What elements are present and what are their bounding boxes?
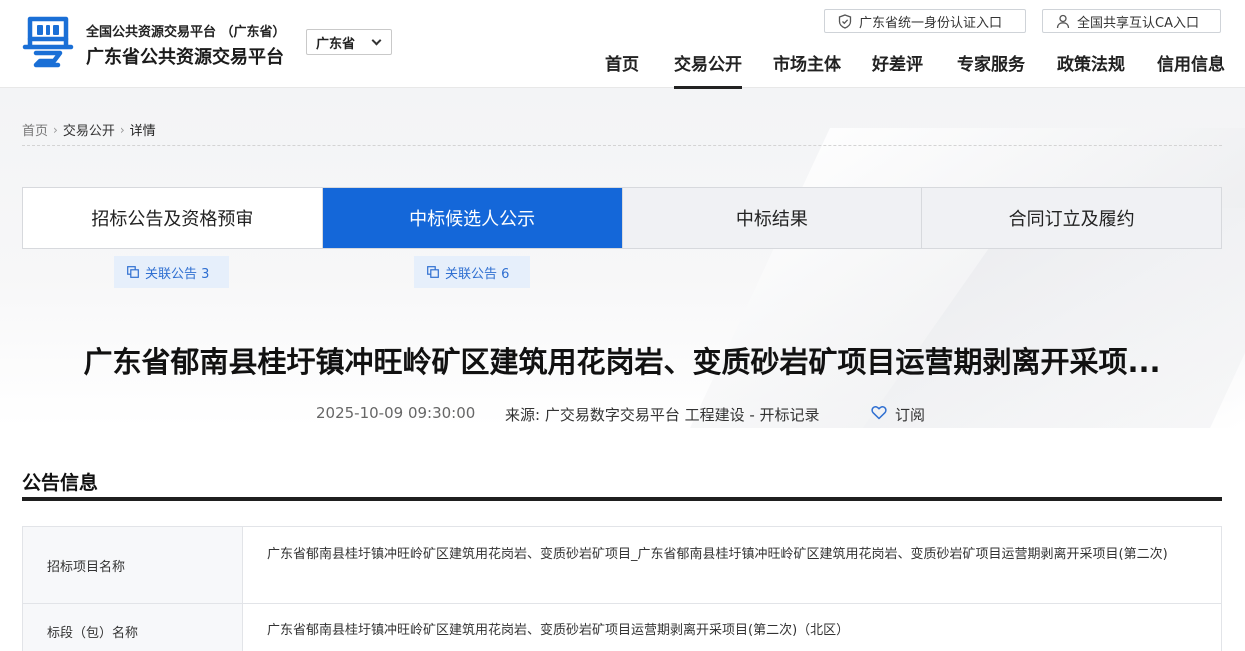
breadcrumb-trading[interactable]: 交易公开 bbox=[63, 120, 115, 139]
ca-login-link[interactable]: 全国共享互认CA入口 bbox=[1042, 9, 1221, 33]
identity-login-link[interactable]: 广东省统一身份认证入口 bbox=[824, 9, 1026, 33]
section-title: 公告信息 bbox=[22, 472, 99, 494]
copy-icon bbox=[427, 266, 439, 278]
nav-policy[interactable]: 政策法规 bbox=[1057, 50, 1125, 90]
related-notices-label: 关联公告 3 bbox=[145, 266, 210, 282]
table-row: 标段（包）名称 广东省郁南县桂圩镇冲旺岭矿区建筑用花岗岩、变质砂岩矿项目运营期剥… bbox=[23, 604, 1221, 651]
article-source: 来源: 广交易数字交易平台 工程建设 - 开标记录 bbox=[505, 406, 820, 424]
nav-rating[interactable]: 好差评 bbox=[872, 50, 923, 90]
nav-expert[interactable]: 专家服务 bbox=[957, 50, 1025, 90]
table-row: 招标项目名称 广东省郁南县桂圩镇冲旺岭矿区建筑用花岗岩、变质砂岩矿项目_广东省郁… bbox=[23, 527, 1221, 604]
breadcrumb-separator-icon: › bbox=[119, 122, 125, 137]
breadcrumb-detail: 详情 bbox=[129, 124, 156, 139]
related-notices-button[interactable]: 关联公告 3 bbox=[114, 256, 229, 288]
row-value: 广东省郁南县桂圩镇冲旺岭矿区建筑用花岗岩、变质砂岩矿项目运营期剥离开采项目(第二… bbox=[267, 623, 850, 638]
row-label: 标段（包）名称 bbox=[23, 604, 243, 651]
yue-logo-icon[interactable] bbox=[22, 15, 74, 69]
page-title: 广东省郁南县桂圩镇冲旺岭矿区建筑用花岗岩、变质砂岩矿项目运营期剥离开采项... bbox=[83, 345, 1161, 379]
user-icon bbox=[1056, 14, 1070, 29]
subscribe-label: 订阅 bbox=[895, 406, 926, 424]
info-table: 招标项目名称 广东省郁南县桂圩镇冲旺岭矿区建筑用花岗岩、变质砂岩矿项目_广东省郁… bbox=[22, 526, 1222, 651]
nav-credit[interactable]: 信用信息 bbox=[1157, 50, 1225, 90]
row-value: 广东省郁南县桂圩镇冲旺岭矿区建筑用花岗岩、变质砂岩矿项目_广东省郁南县桂圩镇冲旺… bbox=[267, 547, 1168, 562]
divider bbox=[22, 145, 1222, 146]
tab-tender-notice[interactable]: 招标公告及资格预审 bbox=[23, 188, 323, 248]
breadcrumb-separator-icon: › bbox=[53, 122, 58, 137]
tab-candidate-publicity[interactable]: 中标候选人公示 bbox=[322, 188, 623, 248]
subscribe-button[interactable]: 订阅 bbox=[871, 404, 925, 425]
nav-home[interactable]: 首页 bbox=[605, 50, 639, 90]
article-meta: 2025-10-09 09:30:00 来源: 广交易数字交易平台 工程建设 -… bbox=[0, 404, 1245, 424]
publish-date: 2025-10-09 09:30:00 bbox=[316, 404, 476, 422]
section-rule bbox=[22, 497, 1222, 501]
copy-icon bbox=[127, 266, 139, 278]
stage-tabs: 招标公告及资格预审 中标候选人公示 中标结果 合同订立及履约 bbox=[22, 187, 1222, 249]
brand-subtitle: 全国公共资源交易平台 （广东省） bbox=[86, 25, 286, 40]
shield-icon bbox=[838, 14, 852, 29]
region-label: 广东省 bbox=[316, 36, 356, 52]
ca-login-label: 全国共享互认CA入口 bbox=[1077, 15, 1199, 31]
nav-trading[interactable]: 交易公开 bbox=[674, 50, 742, 90]
nav-market-entity[interactable]: 市场主体 bbox=[773, 50, 841, 90]
identity-login-label: 广东省统一身份认证入口 bbox=[859, 15, 1003, 31]
tab-bid-result[interactable]: 中标结果 bbox=[622, 188, 923, 248]
breadcrumb: 首页 › 交易公开 › 详情 bbox=[22, 120, 156, 140]
related-notices-button[interactable]: 关联公告 6 bbox=[414, 256, 530, 288]
heart-icon bbox=[871, 406, 887, 420]
site-header: 全国公共资源交易平台 （广东省） 广东省公共资源交易平台 广东省 广东省统一身份… bbox=[0, 0, 1245, 90]
breadcrumb-home[interactable]: 首页 bbox=[22, 120, 48, 139]
row-label: 招标项目名称 bbox=[23, 527, 243, 603]
region-select[interactable]: 广东省 bbox=[306, 29, 392, 55]
chevron-down-icon bbox=[371, 35, 382, 46]
related-notices-label: 关联公告 6 bbox=[445, 266, 510, 282]
tab-contract[interactable]: 合同订立及履约 bbox=[922, 188, 1221, 248]
brand-title[interactable]: 广东省公共资源交易平台 bbox=[86, 43, 284, 69]
